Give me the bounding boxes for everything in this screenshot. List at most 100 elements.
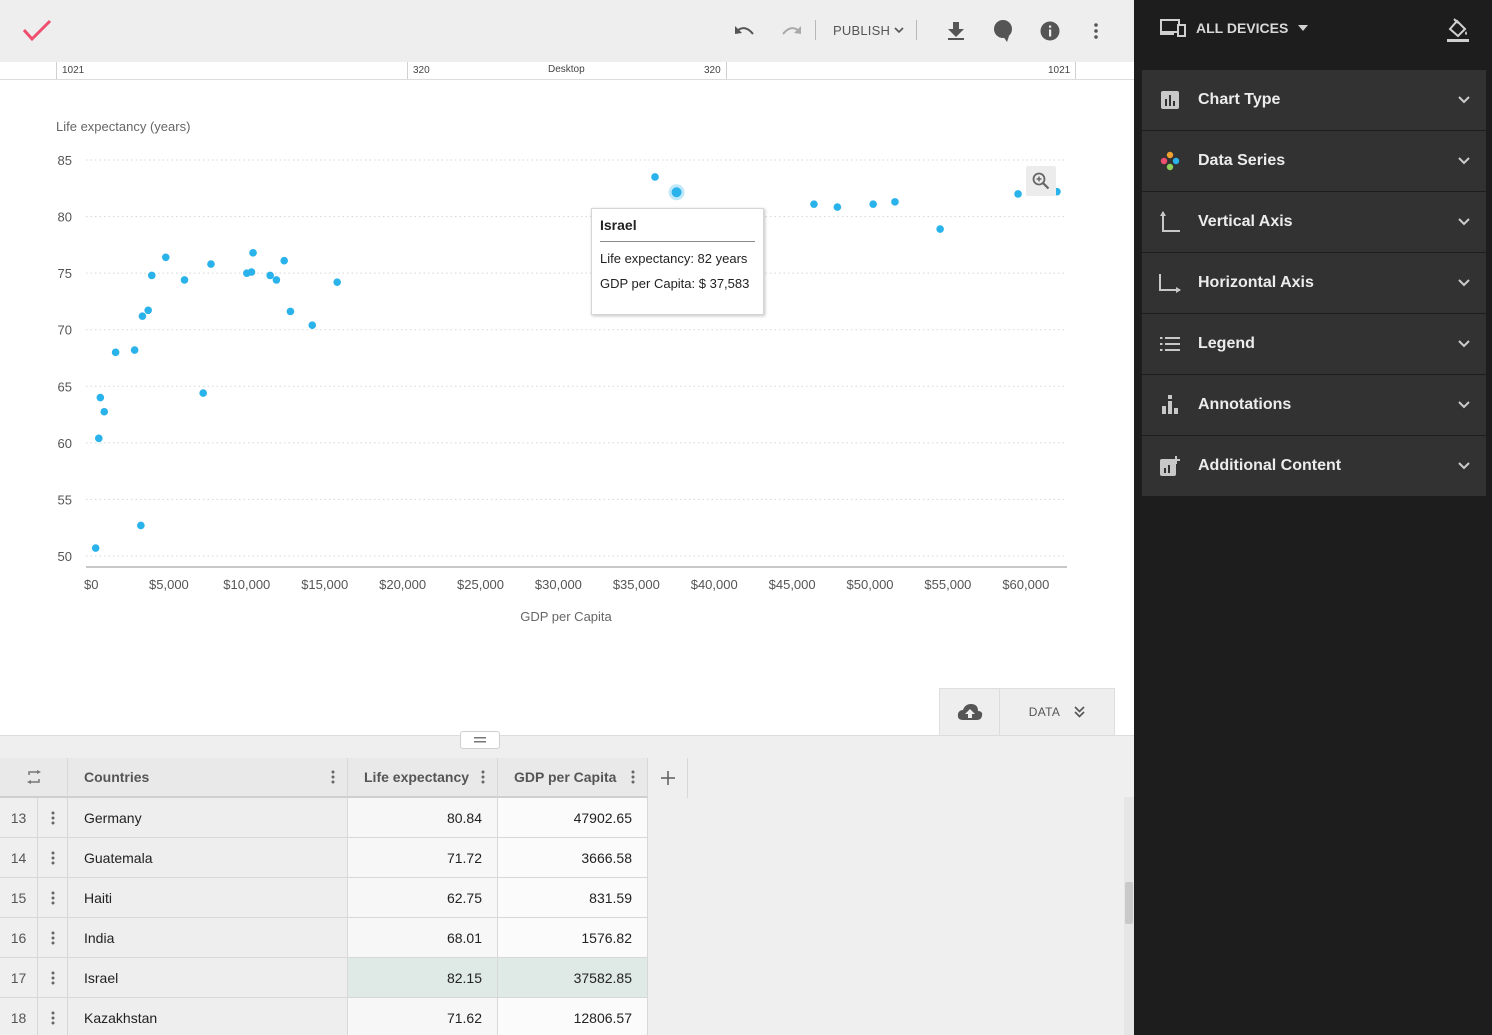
- gdp-cell[interactable]: 12806.57: [498, 998, 648, 1035]
- data-point[interactable]: [810, 200, 818, 208]
- data-point[interactable]: [1014, 190, 1022, 198]
- data-point[interactable]: [96, 393, 105, 402]
- country-cell[interactable]: Guatemala: [68, 838, 348, 878]
- data-point[interactable]: [100, 407, 109, 416]
- data-point[interactable]: [94, 434, 103, 443]
- data-point[interactable]: [249, 248, 257, 257]
- life-expectancy-cell[interactable]: 71.62: [348, 998, 498, 1035]
- chevron-down-icon: [894, 26, 904, 33]
- country-cell[interactable]: Israel: [68, 958, 348, 998]
- resize-handle[interactable]: [460, 731, 500, 749]
- data-point[interactable]: [144, 306, 152, 315]
- data-point[interactable]: [130, 346, 139, 354]
- section-horizontal-axis[interactable]: Horizontal Axis: [1142, 253, 1486, 313]
- data-point[interactable]: [180, 276, 189, 284]
- section-legend[interactable]: Legend: [1142, 314, 1486, 374]
- row-menu-button[interactable]: [38, 998, 68, 1035]
- x-tick-label: $30,000: [535, 577, 582, 592]
- data-point[interactable]: [651, 173, 659, 181]
- column-header-life-expectancy[interactable]: Life expectancy: [348, 758, 498, 798]
- x-axis-title: GDP per Capita: [520, 609, 612, 624]
- device-selector[interactable]: ALL DEVICES: [1160, 19, 1309, 37]
- data-point[interactable]: [147, 271, 156, 280]
- data-point[interactable]: [833, 203, 842, 211]
- more-options-button[interactable]: [1080, 15, 1112, 47]
- download-button[interactable]: [940, 15, 972, 47]
- data-point[interactable]: [111, 348, 120, 357]
- data-point[interactable]: [280, 256, 289, 265]
- comment-icon: [994, 20, 1012, 42]
- paint-bucket-icon[interactable]: [1445, 17, 1471, 43]
- life-expectancy-cell[interactable]: 62.75: [348, 878, 498, 918]
- section-vertical-axis[interactable]: Vertical Axis: [1142, 192, 1486, 252]
- data-point[interactable]: [247, 268, 256, 276]
- check-icon[interactable]: [22, 16, 52, 44]
- data-toggle-button[interactable]: DATA: [1000, 689, 1114, 735]
- life-expectancy-cell[interactable]: 68.01: [348, 918, 498, 958]
- chevron-down-icon: [1458, 462, 1470, 470]
- life-expectancy-cell[interactable]: 80.84: [348, 798, 498, 838]
- section-additional-content[interactable]: Additional Content: [1142, 436, 1486, 496]
- data-point[interactable]: [936, 225, 944, 233]
- add-column-button[interactable]: [648, 758, 688, 798]
- publish-button[interactable]: PUBLISH: [833, 20, 904, 40]
- gdp-cell[interactable]: 831.59: [498, 878, 648, 918]
- palette-dots-icon: [1160, 151, 1180, 171]
- data-point[interactable]: [286, 307, 295, 316]
- zoom-button[interactable]: [1026, 166, 1056, 196]
- gdp-cell[interactable]: 3666.58: [498, 838, 648, 878]
- column-menu-icon[interactable]: [631, 770, 635, 784]
- row-menu-button[interactable]: [38, 878, 68, 918]
- row-menu-button[interactable]: [38, 918, 68, 958]
- gdp-cell[interactable]: 1576.82: [498, 918, 648, 958]
- column-header-label: GDP per Capita: [514, 769, 617, 785]
- data-toggle-label: DATA: [1028, 705, 1061, 719]
- country-cell[interactable]: Germany: [68, 798, 348, 838]
- column-menu-icon[interactable]: [331, 770, 335, 784]
- data-point[interactable]: [137, 521, 145, 530]
- y-tick-label: 50: [58, 549, 72, 564]
- chevron-down-icon: [1458, 401, 1470, 409]
- column-header-countries[interactable]: Countries: [68, 758, 348, 798]
- x-tick-label: $20,000: [379, 577, 426, 592]
- data-point[interactable]: [91, 544, 100, 552]
- data-point[interactable]: [869, 200, 877, 208]
- comment-button[interactable]: [987, 15, 1019, 47]
- swap-rows-columns-button[interactable]: [0, 758, 68, 798]
- column-header-gdp-per-capita[interactable]: GDP per Capita: [498, 758, 648, 798]
- row-menu-button[interactable]: [38, 958, 68, 998]
- section-data-series[interactable]: Data Series: [1142, 131, 1486, 191]
- data-point[interactable]: [161, 253, 170, 262]
- section-chart-type[interactable]: Chart Type: [1142, 70, 1486, 130]
- country-cell[interactable]: Kazakhstan: [68, 998, 348, 1035]
- data-point[interactable]: [207, 260, 215, 268]
- life-expectancy-cell[interactable]: 71.72: [348, 838, 498, 878]
- data-point[interactable]: [266, 271, 274, 280]
- more-vert-icon: [51, 891, 54, 904]
- data-point[interactable]: [199, 389, 207, 397]
- more-vert-icon: [51, 851, 54, 864]
- data-point[interactable]: [333, 278, 341, 286]
- table-scrollbar[interactable]: [1124, 797, 1134, 1035]
- row-menu-button[interactable]: [38, 798, 68, 838]
- gdp-cell[interactable]: 47902.65: [498, 798, 648, 838]
- section-annotations[interactable]: Annotations: [1142, 375, 1486, 435]
- upload-data-button[interactable]: [940, 689, 1000, 735]
- data-point[interactable]: [891, 198, 899, 206]
- data-point-highlighted[interactable]: [671, 187, 682, 198]
- scrollbar-thumb[interactable]: [1125, 882, 1133, 924]
- data-point[interactable]: [272, 276, 281, 284]
- data-point[interactable]: [138, 312, 147, 320]
- data-point[interactable]: [308, 321, 317, 329]
- country-cell[interactable]: Haiti: [68, 878, 348, 918]
- horizontal-axis-icon: [1159, 274, 1181, 293]
- column-menu-icon[interactable]: [481, 770, 485, 784]
- country-cell[interactable]: India: [68, 918, 348, 958]
- chart-preview: Life expectancy (years) GDP per Capita 5…: [0, 80, 1134, 735]
- info-button[interactable]: [1034, 15, 1066, 47]
- redo-button[interactable]: [775, 15, 807, 47]
- gdp-cell[interactable]: 37582.85: [498, 958, 648, 998]
- life-expectancy-cell[interactable]: 82.15: [348, 958, 498, 998]
- row-menu-button[interactable]: [38, 838, 68, 878]
- undo-button[interactable]: [729, 15, 761, 47]
